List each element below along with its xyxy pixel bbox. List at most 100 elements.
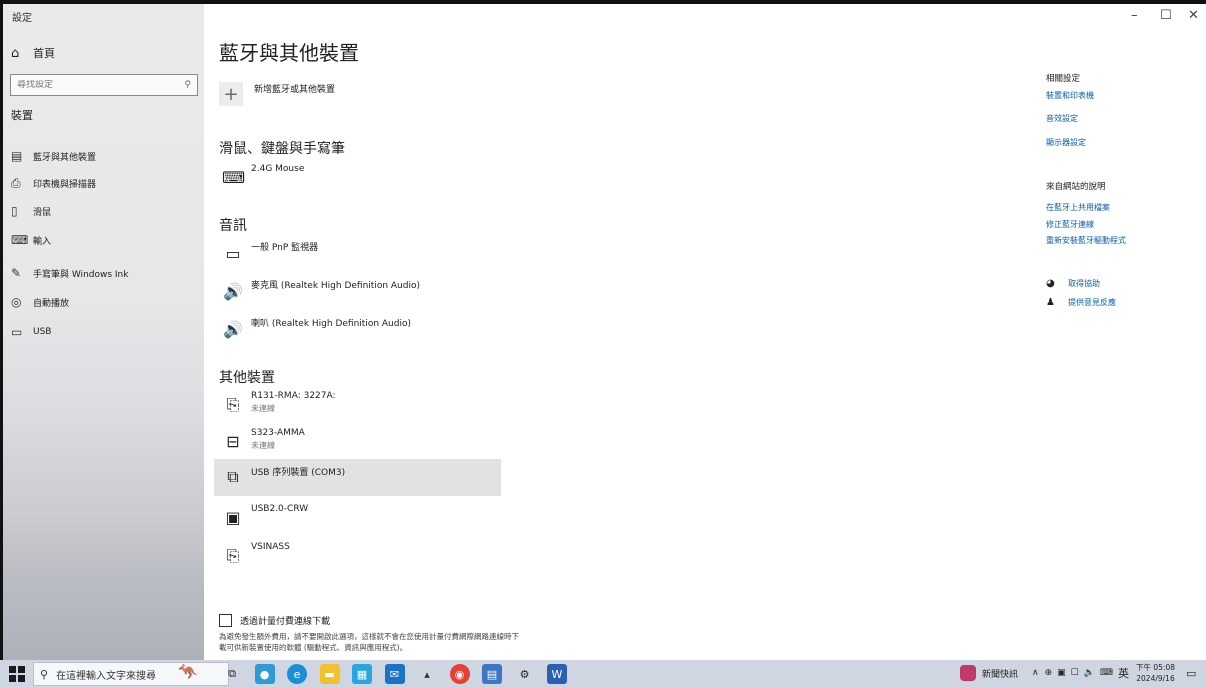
- main-content: – ☐ ✕ 藍牙與其他裝置 + 新增藍牙或其他裝置 滑鼠、鍵盤與手寫筆 ⌨ 2.…: [204, 4, 1206, 660]
- monitor-icon: ▭: [225, 244, 241, 263]
- add-device-button[interactable]: +: [219, 82, 243, 106]
- pc-device-icon: ⊟: [226, 432, 240, 451]
- device-name: VSINASS: [251, 542, 290, 552]
- speaker-icon: 🔊: [223, 282, 243, 301]
- add-device-label[interactable]: 新增藍牙或其他裝置: [254, 82, 335, 95]
- search-highlight-icon: 🦘: [178, 662, 198, 681]
- mail-icon[interactable]: ✉: [384, 664, 405, 684]
- get-help-label: 取得協助: [1068, 279, 1100, 288]
- notification-icon[interactable]: ▭: [1186, 667, 1196, 680]
- group-title: 音訊: [219, 218, 247, 234]
- network-icon[interactable]: ⊕: [1045, 668, 1053, 678]
- sidebar-item-usb[interactable]: ▭ USB: [11, 323, 201, 341]
- file-explorer-icon[interactable]: ▬: [319, 664, 340, 684]
- sidebar-item-label: 自動播放: [33, 298, 70, 309]
- keyboard-icon: ⌨: [222, 168, 246, 187]
- ime-indicator[interactable]: 英: [1118, 665, 1129, 681]
- device-name: 喇叭 (Realtek High Definition Audio): [251, 319, 411, 329]
- sidebar-item-label: 手寫筆與 Windows Ink: [33, 269, 129, 280]
- link-reinstall-bluetooth-driver[interactable]: 重新安裝藍牙驅動程式: [1046, 235, 1126, 246]
- sidebar-item-label: USB: [33, 327, 52, 337]
- news-icon[interactable]: [960, 665, 976, 681]
- sidebar-item-label: 滑鼠: [33, 207, 52, 218]
- volume-icon[interactable]: 🔈: [1084, 668, 1095, 678]
- printer-icon: ⎙: [11, 175, 21, 190]
- sidebar-item-label: 輸入: [33, 236, 52, 247]
- clock[interactable]: 下午 05:08 2024/9/16: [1136, 662, 1175, 684]
- sidebar-item-home[interactable]: ⌂ 首頁: [11, 44, 55, 62]
- metered-checkbox[interactable]: [219, 614, 232, 627]
- device-item-selected[interactable]: ⧉ USB 序列裝置 (COM3): [214, 459, 501, 496]
- metered-note: 為避免發生額外費用，請不要開啟此選項，這樣就不會在您使用計量付費網際網路連線時下…: [219, 632, 519, 652]
- pen-icon: ✎: [11, 266, 22, 280]
- display-icon[interactable]: ▣: [1057, 668, 1066, 678]
- connection-icon[interactable]: ☐: [1071, 668, 1079, 678]
- usb-icon: ▭: [11, 325, 23, 339]
- web-help-title: 來自網站的說明: [1046, 182, 1106, 192]
- sidebar-item-label: 藍牙與其他裝置: [33, 152, 97, 163]
- settings-search-box[interactable]: ⚲: [10, 74, 198, 96]
- start-button[interactable]: [9, 666, 25, 682]
- page-title: 藍牙與其他裝置: [219, 41, 359, 65]
- chrome-icon[interactable]: ◉: [449, 664, 470, 684]
- sidebar-item-bluetooth[interactable]: ▤ 藍牙與其他裝置: [11, 147, 201, 165]
- device-item[interactable]: ⎘ VSINASS: [219, 540, 501, 580]
- device-status: 未連線: [251, 441, 275, 450]
- sidebar-item-mouse[interactable]: ▯ 滑鼠: [11, 202, 201, 220]
- taskbar-search[interactable]: ⚲ 在這裡輸入文字來搜尋: [33, 662, 229, 686]
- sidebar-item-pen[interactable]: ✎ 手寫筆與 Windows Ink: [11, 264, 201, 282]
- clock-date: 2024/9/16: [1136, 674, 1175, 683]
- word-icon[interactable]: W: [547, 664, 567, 684]
- sidebar-item-typing[interactable]: ⌨ 輸入: [11, 231, 201, 249]
- minimize-button[interactable]: –: [1131, 8, 1138, 23]
- group-title: 滑鼠、鍵盤與手寫筆: [219, 141, 345, 157]
- device-item[interactable]: ⌨ 2.4G Mouse: [219, 162, 501, 202]
- sidebar-item-label: 印表機與掃描器: [33, 179, 97, 190]
- related-settings-title: 相關設定: [1046, 74, 1081, 84]
- get-help-link[interactable]: ◕ 取得協助: [1046, 278, 1100, 289]
- feedback-link[interactable]: ♟ 提供意見反應: [1046, 297, 1116, 308]
- sidebar-item-printers[interactable]: ⎙ 印表機與掃描器: [11, 174, 201, 192]
- edge-icon[interactable]: e: [287, 664, 307, 684]
- task-view-icon[interactable]: ⧉: [222, 664, 242, 684]
- app-icon[interactable]: ▤: [482, 664, 502, 684]
- media-device-icon: ⎘: [226, 546, 240, 565]
- metered-download-option[interactable]: 透過計量付費連線下載: [219, 614, 330, 627]
- app-icon[interactable]: ▴: [417, 664, 437, 684]
- settings-gear-icon[interactable]: ⚙: [515, 664, 535, 684]
- mouse-icon: ▯: [11, 204, 18, 218]
- close-button[interactable]: ✕: [1188, 8, 1199, 23]
- sidebar-item-autoplay[interactable]: ◎ 自動播放: [11, 293, 201, 311]
- link-devices-printers[interactable]: 裝置和印表機: [1046, 90, 1094, 101]
- store-icon[interactable]: ▦: [352, 664, 372, 684]
- link-fix-bluetooth[interactable]: 修正藍牙連線: [1046, 219, 1094, 230]
- link-share-files-bluetooth[interactable]: 在藍牙上共用檔案: [1046, 202, 1110, 213]
- news-label[interactable]: 新聞快訊: [982, 667, 1018, 680]
- chevron-up-icon[interactable]: ∧: [1032, 668, 1039, 678]
- taskbar: ⚲ 在這裡輸入文字來搜尋 🦘 ⧉ ● e ▬ ▦ ✉ ▴ ◉ ▤ ⚙ W 新聞快…: [0, 660, 1206, 688]
- device-item[interactable]: ▭ 一般 PnP 監視器: [219, 238, 501, 278]
- device-status: 未連線: [251, 404, 275, 413]
- link-display-settings[interactable]: 顯示器設定: [1046, 137, 1086, 148]
- device-item[interactable]: 🔊 喇叭 (Realtek High Definition Audio): [219, 314, 501, 354]
- system-tray: 新聞快訊 ∧ ⊕ ▣ ☐ 🔈 ⌨ 英: [960, 665, 1129, 681]
- maximize-button[interactable]: ☐: [1160, 8, 1172, 23]
- device-name: R131-RMA: 3227A:: [251, 391, 336, 401]
- keyboard-icon[interactable]: ⌨: [1100, 668, 1113, 678]
- taskbar-apps: ⧉ ● e ▬ ▦ ✉ ▴ ◉ ▤ ⚙ W: [222, 664, 580, 684]
- device-item[interactable]: ▣ USB2.0-CRW: [219, 502, 501, 542]
- device-name: 一般 PnP 監視器: [251, 243, 319, 253]
- serial-device-icon: ⧉: [227, 467, 239, 486]
- clock-time: 下午 05:08: [1136, 663, 1175, 672]
- chat-help-icon: ◕: [1046, 278, 1055, 289]
- app-icon[interactable]: ●: [254, 664, 275, 684]
- feedback-icon: ♟: [1046, 297, 1055, 308]
- keyboard-icon: ⌨: [11, 233, 29, 247]
- device-item[interactable]: ⎘ R131-RMA: 3227A: 未連線: [219, 389, 501, 429]
- device-item[interactable]: 🔊 麥克風 (Realtek High Definition Audio): [219, 276, 501, 316]
- media-device-icon: ⎘: [226, 395, 240, 414]
- metered-label: 透過計量付費連線下載: [240, 617, 331, 627]
- device-name: USB2.0-CRW: [251, 504, 309, 514]
- link-sound-settings[interactable]: 音效設定: [1046, 113, 1078, 124]
- search-input[interactable]: [17, 80, 167, 90]
